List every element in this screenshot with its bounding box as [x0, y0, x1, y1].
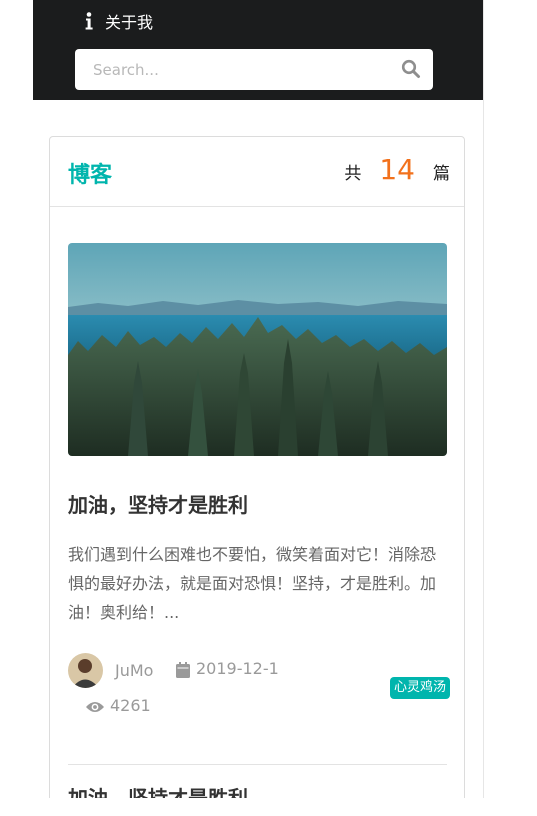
post-divider — [68, 764, 447, 765]
nav-item-about[interactable]: 关于我 — [81, 10, 153, 32]
eye-icon — [85, 699, 105, 713]
author-name[interactable]: JuMo — [115, 661, 153, 680]
count-suffix: 篇 — [433, 164, 450, 184]
mobile-viewport: 关于我 博客 共 14 篇 — [33, 0, 484, 798]
post-title[interactable]: 加油，坚持才是胜利 — [68, 489, 248, 518]
search-icon[interactable] — [401, 59, 421, 79]
info-icon — [81, 12, 97, 30]
card-header: 博客 共 14 篇 — [50, 137, 464, 207]
post-meta: JuMo 2019-12-1 4261 心灵鸡汤 — [68, 653, 450, 733]
count-prefix: 共 — [344, 164, 362, 184]
blog-heading: 博客 — [68, 163, 113, 188]
post-excerpt: 我们遇到什么困难也不要怕，微笑着面对它！消除恐惧的最好办法，就是面对恐惧！坚持，… — [68, 545, 437, 622]
search-input[interactable] — [75, 49, 395, 90]
post-count: 共 14 篇 — [344, 153, 450, 186]
count-number: 14 — [379, 153, 415, 186]
blog-card: 博客 共 14 篇 加油，坚持才是胜利 我们遇到什么困难也不要怕，微笑着面对它！… — [49, 136, 465, 798]
view-count: 4261 — [110, 696, 151, 715]
search-box — [75, 49, 433, 90]
top-navbar: 关于我 — [33, 0, 483, 100]
category-tag[interactable]: 心灵鸡汤 — [389, 677, 450, 699]
calendar-icon — [176, 662, 190, 678]
post-cover-image[interactable] — [68, 243, 447, 456]
post-title[interactable]: 加油，坚持才是胜利 — [68, 782, 248, 798]
post-date: 2019-12-1 — [196, 659, 279, 678]
avatar[interactable] — [68, 653, 103, 688]
nav-item-label: 关于我 — [105, 13, 154, 32]
